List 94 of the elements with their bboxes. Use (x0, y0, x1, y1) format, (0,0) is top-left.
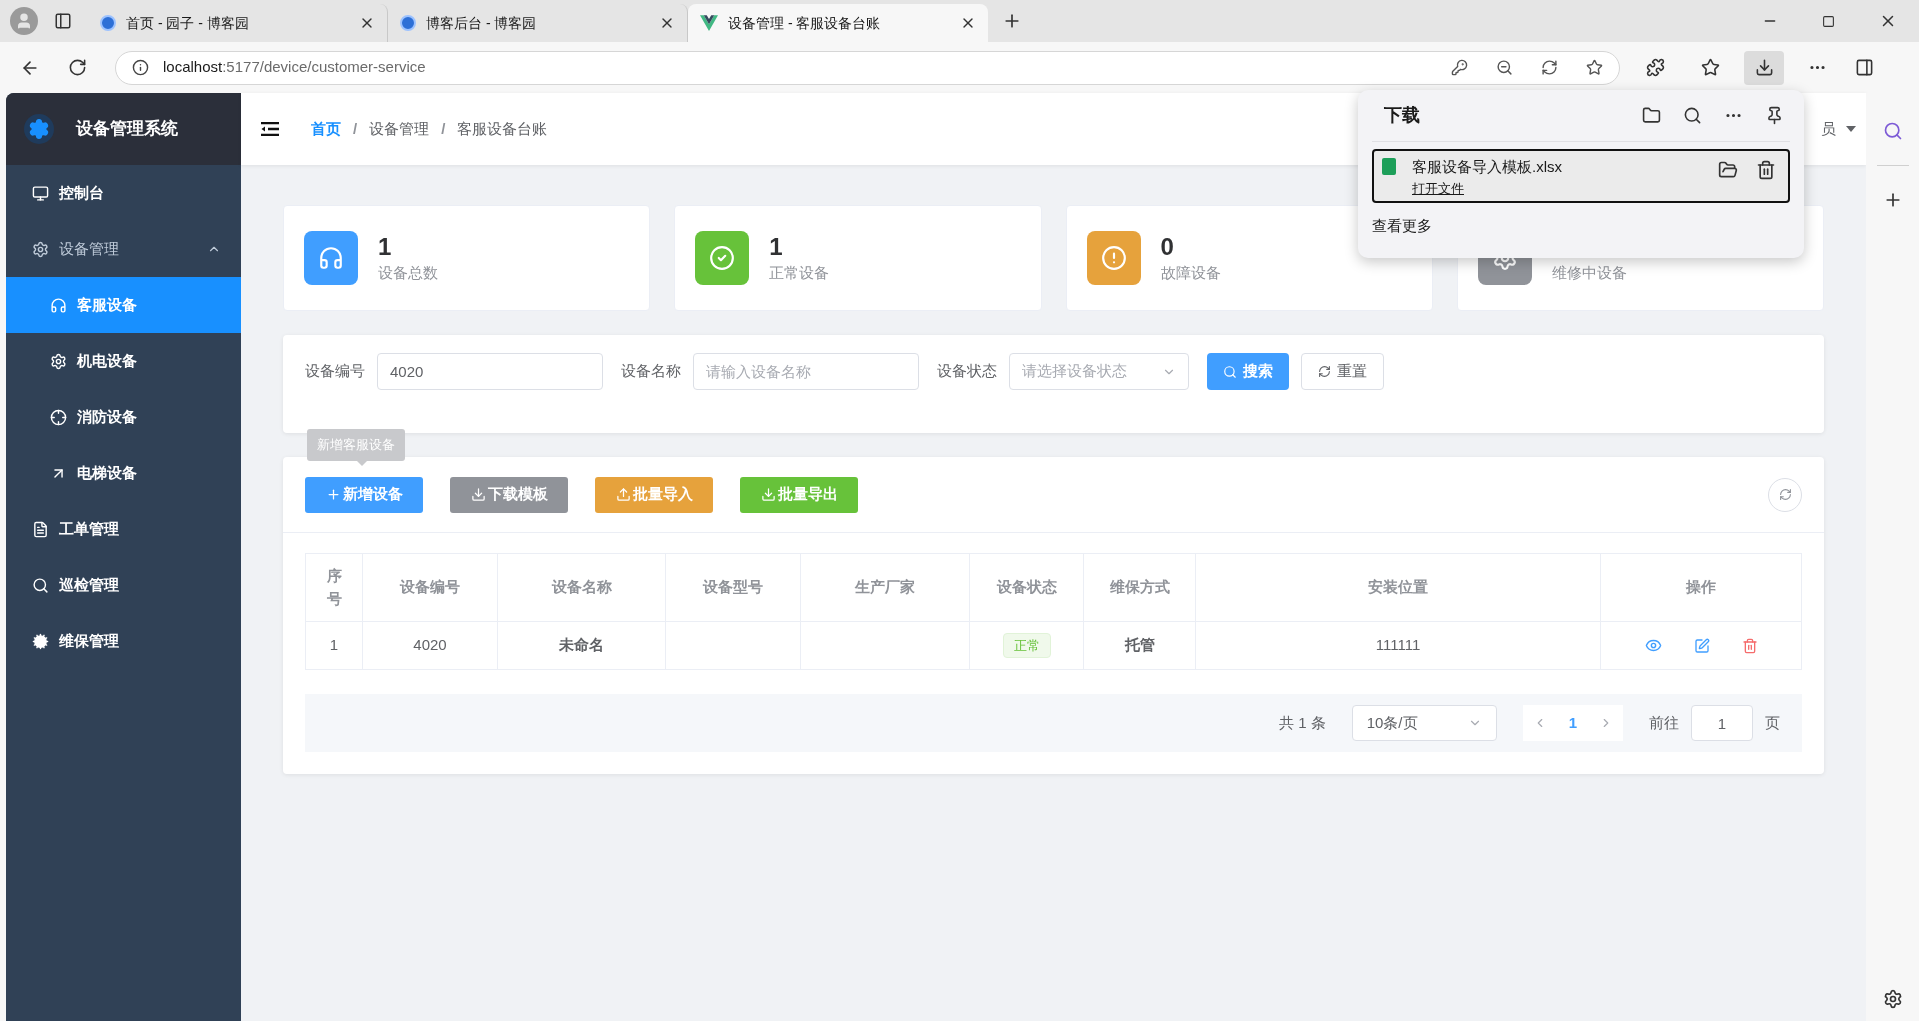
column-header: 生产厂家 (855, 577, 915, 598)
edit-icon[interactable] (1693, 637, 1710, 654)
panel-title: 下载 (1384, 104, 1421, 127)
plus-icon[interactable] (325, 487, 341, 502)
address-bar[interactable]: localhost:5177/device/customer-service (115, 50, 1620, 85)
folder-icon[interactable] (1718, 160, 1738, 180)
gear-icon[interactable] (32, 632, 49, 650)
search-icon[interactable] (1683, 106, 1702, 125)
app-title: 设备管理系统 (76, 118, 178, 141)
reload-icon[interactable] (68, 58, 87, 77)
page-size-select[interactable]: 10条/页 (1351, 705, 1497, 741)
logo-icon (24, 114, 54, 144)
menu-item[interactable]: 维保管理 (6, 613, 241, 669)
menu-item[interactable]: 设备管理 (6, 221, 241, 277)
browser-tab[interactable]: 设备管理 - 客服设备台账 (688, 4, 988, 42)
headset-icon[interactable] (50, 296, 67, 314)
info-icon[interactable] (132, 59, 149, 76)
submenu-item[interactable]: 电梯设备 (6, 445, 241, 501)
breadcrumb-item[interactable]: 设备管理 (369, 117, 430, 141)
submenu-item[interactable]: 机电设备 (6, 333, 241, 389)
table-cell-text: 4020 (413, 635, 447, 656)
folder-icon[interactable] (1642, 106, 1661, 125)
menu-icon[interactable] (261, 122, 279, 136)
stat-label: 设备总数 (378, 262, 438, 283)
document-icon[interactable] (32, 520, 49, 538)
stat-label: 维修中设备 (1551, 262, 1627, 283)
status-tag: 正常 (1002, 632, 1051, 659)
breadcrumb-separator: / (441, 118, 446, 139)
table-cell-text: 111111 (1375, 635, 1421, 656)
logo-icon (100, 15, 116, 31)
stat-value: 1 (378, 231, 393, 262)
table-cell-text: 1 (329, 635, 339, 656)
page-suffix: 页 (1765, 712, 1780, 733)
stat-value: 0 (1160, 231, 1175, 262)
url-text: localhost:5177/device/customer-service (163, 57, 427, 78)
crosshair-icon[interactable] (50, 408, 67, 426)
refresh-icon[interactable] (1318, 365, 1331, 378)
filter-label: 设备名称 (621, 361, 681, 382)
key-icon[interactable] (1451, 59, 1468, 76)
monitor-icon[interactable] (32, 184, 49, 202)
open-file-link[interactable]: 打开文件 (1412, 178, 1464, 198)
sync-icon[interactable] (1541, 59, 1558, 76)
see-more-link[interactable]: 查看更多 (1372, 215, 1432, 238)
maximize-icon[interactable] (1822, 14, 1835, 28)
menu-item[interactable]: 工单管理 (6, 501, 241, 557)
input-field[interactable]: 请输入设备名称 (693, 353, 919, 390)
logo-icon (700, 15, 718, 31)
download-icon[interactable] (1754, 58, 1774, 77)
goto-label: 前往 (1649, 712, 1679, 733)
column-header: 操作 (1686, 577, 1716, 598)
column-header: 设备名称 (551, 577, 612, 598)
tooltip-arrow-icon (357, 460, 367, 466)
breadcrumb-item[interactable]: 客服设备台账 (457, 117, 548, 141)
favorites-icon[interactable] (1701, 58, 1720, 77)
column-header: 设备编号 (400, 577, 460, 598)
stat-label: 故障设备 (1160, 262, 1221, 283)
user-menu[interactable]: 员 (1821, 117, 1856, 141)
input-field[interactable]: 4020 (377, 353, 603, 390)
stat-value: 1 (769, 231, 784, 262)
spreadsheet-icon (1382, 158, 1396, 175)
gear-icon[interactable] (32, 240, 49, 258)
favorite-icon[interactable] (1586, 59, 1603, 76)
downloads-button[interactable] (1744, 50, 1784, 85)
zoom-out-icon[interactable] (1496, 59, 1513, 76)
pin-icon[interactable] (1765, 106, 1784, 125)
caret-icon[interactable] (1846, 126, 1856, 132)
reset-button[interactable]: 重置 (1301, 353, 1384, 390)
menu-item[interactable]: 巡检管理 (6, 557, 241, 613)
search-icon[interactable] (32, 576, 49, 594)
submenu-item[interactable]: 消防设备 (6, 389, 241, 445)
filter-label: 设备编号 (305, 361, 365, 382)
menu-item[interactable]: 控制台 (6, 165, 241, 221)
stat-label: 正常设备 (769, 262, 830, 283)
settings-icon[interactable] (1882, 989, 1903, 1009)
sidebar-toggle-icon[interactable] (1855, 58, 1874, 77)
table-cell-text: 托管 (1124, 635, 1155, 656)
extensions-icon[interactable] (1646, 58, 1665, 77)
delete-icon[interactable] (1756, 160, 1776, 180)
column-header: 设备状态 (996, 577, 1057, 598)
view-icon[interactable] (1644, 637, 1662, 654)
filter-label: 设备状态 (937, 361, 997, 382)
column-header: 安装位置 (1368, 577, 1428, 598)
column-header: 维保方式 (1109, 577, 1170, 598)
page-input[interactable]: 1 (1691, 705, 1753, 741)
column-header: 设备型号 (703, 577, 763, 598)
logo-icon (400, 15, 416, 31)
table-cell-text: 未命名 (559, 635, 604, 656)
refresh-icon[interactable] (1778, 488, 1792, 501)
tab-actions-icon[interactable] (54, 12, 72, 30)
file-name: 客服设备导入模板.xlsx (1412, 157, 1563, 177)
breadcrumb-separator: / (353, 118, 358, 139)
download-item[interactable]: 客服设备导入模板.xlsx 打开文件 (1372, 149, 1790, 203)
column-header: 序号 (326, 566, 342, 609)
total-count: 共 1 条 (1278, 712, 1326, 733)
